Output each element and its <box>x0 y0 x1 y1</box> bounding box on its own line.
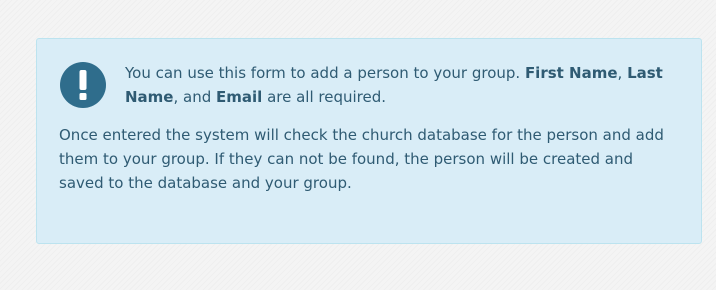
exclamation-circle-icon <box>60 62 106 108</box>
alert-lead-text: You can use this form to add a person to… <box>125 61 679 109</box>
first-name-label: First Name <box>524 64 618 82</box>
lead-text-part1: You can use this form to add a person to… <box>125 64 525 82</box>
page: You can use this form to add a person to… <box>0 0 716 290</box>
lead-text-part2: are all required. <box>262 88 387 106</box>
alert-header: You can use this form to add a person to… <box>59 61 679 109</box>
lead-separator-1: , <box>617 64 628 82</box>
lead-separator-2: , and <box>173 88 217 106</box>
email-label: Email <box>216 88 263 106</box>
info-alert: You can use this form to add a person to… <box>36 38 702 244</box>
alert-body-text: Once entered the system will check the c… <box>59 126 664 192</box>
